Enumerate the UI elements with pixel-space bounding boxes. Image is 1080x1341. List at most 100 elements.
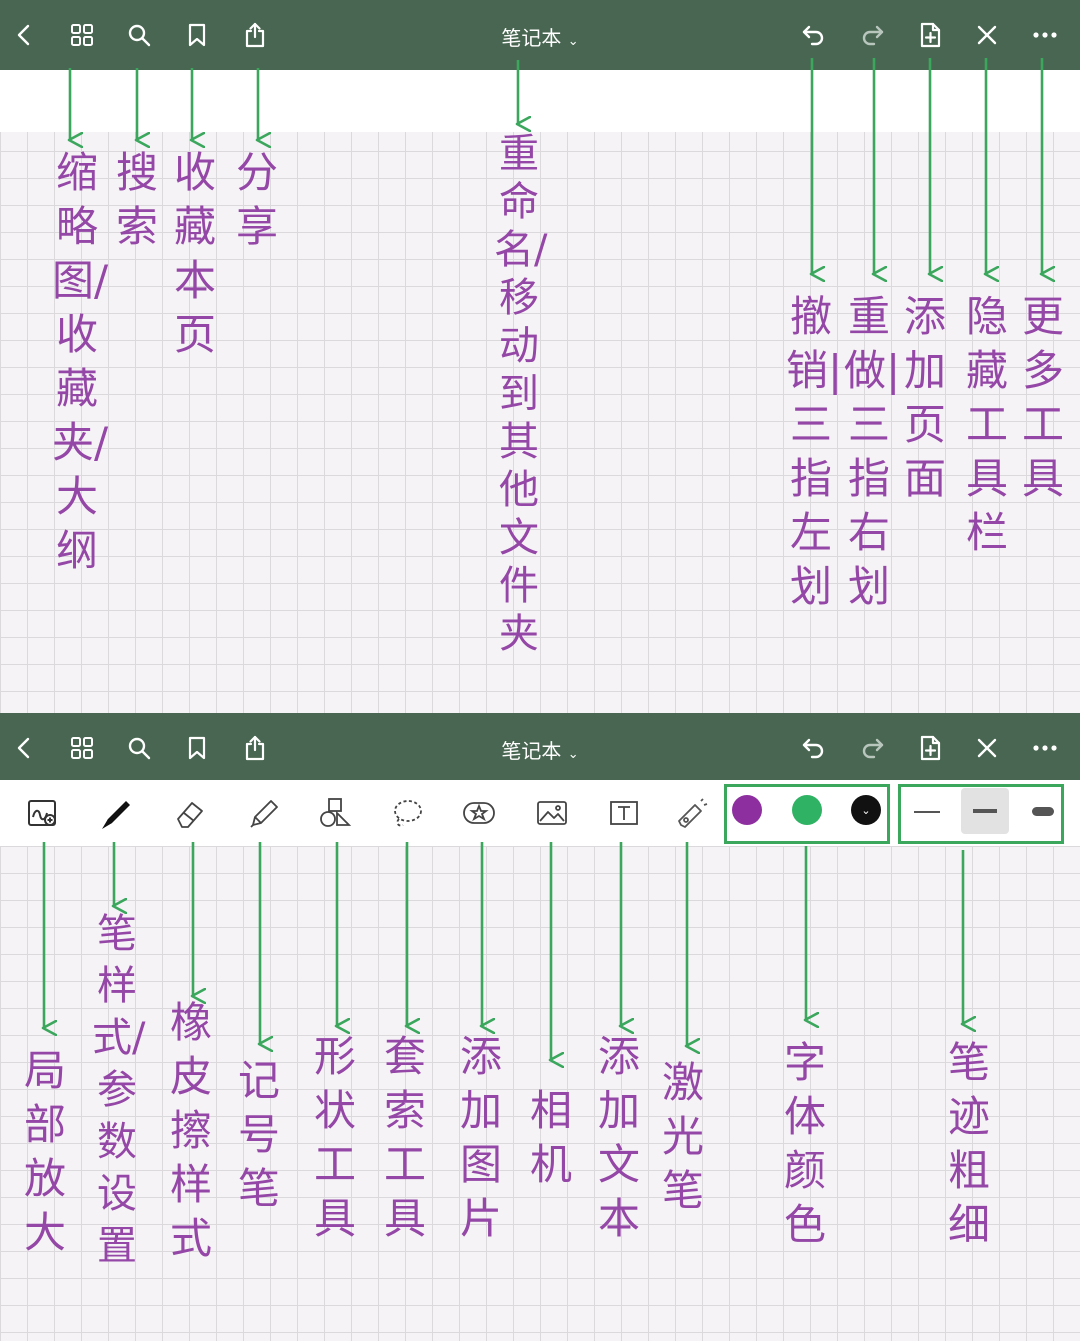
text-tool-button[interactable] [601,790,647,836]
laser-pointer-icon [678,798,708,828]
add-page-button[interactable] [912,730,948,766]
color-swatch-black-selected[interactable]: ⌄ [851,795,881,825]
back-button[interactable] [6,17,42,53]
notebook-title-button[interactable]: 笔记本 ⌄ [480,22,600,51]
sticker-icon [463,802,495,824]
sticker-tool-button[interactable] [456,790,502,836]
annotation-search: 搜索 [115,148,158,251]
annotation-more: 更多工具 [1021,292,1064,503]
thumbnails-icon [71,24,93,46]
more-button[interactable] [1027,17,1063,53]
medium-line-icon [973,809,997,813]
annotation-laser: 激光笔 [661,1058,704,1215]
back-icon [17,24,30,46]
annotation-camera: 相机 [529,1086,572,1189]
shapes-icon [320,798,352,827]
more-button[interactable] [1027,730,1063,766]
page-top-margin [0,70,1080,132]
top-toolbar: 笔记本 ⌄ [0,0,1080,70]
thumbnails-button[interactable] [64,730,100,766]
notebook-title-button[interactable]: 笔记本 ⌄ [480,735,600,764]
share-button[interactable] [237,730,273,766]
eraser-tool-button[interactable] [167,790,213,836]
text-box-icon [610,801,638,825]
redo-button[interactable] [854,730,890,766]
annotation-image: 添加图片 [459,1032,502,1243]
undo-icon [802,25,824,46]
back-icon [17,737,30,759]
share-icon [245,22,265,48]
bookmark-button[interactable] [179,17,215,53]
laser-pointer-tool-button[interactable] [668,790,714,836]
undo-icon [802,738,824,759]
redo-button[interactable] [854,17,890,53]
notebook-title: 笔记本 [501,26,562,50]
pen-tool-button[interactable] [93,790,139,836]
annotation-lasso: 套索工具 [383,1032,426,1243]
more-icon [1033,32,1057,38]
zoom-tool-button[interactable] [20,790,66,836]
color-swatch-purple[interactable] [732,795,762,825]
annotation-zoom: 局部放大 [23,1046,66,1257]
search-button[interactable] [121,17,157,53]
shapes-tool-button[interactable] [312,790,358,836]
hide-toolbar-button[interactable] [969,17,1005,53]
chevron-down-icon: ⌄ [861,803,871,817]
highlighter-icon [250,800,278,828]
thin-line-icon [914,811,940,813]
image-tool-button[interactable] [529,790,575,836]
zoom-icon [28,800,56,826]
redo-icon [862,738,884,759]
add-page-button[interactable] [912,17,948,53]
annotation-thumbnails: 缩略图/收藏夹/大纲 [52,148,109,575]
annotation-hide-toolbar: 隐藏工具栏 [965,292,1008,557]
pen-icon [102,801,130,829]
hide-toolbar-button[interactable] [969,730,1005,766]
bookmark-icon [188,23,206,47]
annotation-marker: 记号笔 [237,1056,280,1213]
lasso-tool-button[interactable] [384,790,430,836]
undo-button[interactable] [796,17,832,53]
close-icon [977,738,997,758]
top-toolbar-second: 笔记本 ⌄ [0,713,1080,783]
notebook-title: 笔记本 [501,739,562,763]
back-button[interactable] [6,730,42,766]
eraser-icon [177,802,203,828]
more-icon [1033,745,1057,751]
share-button[interactable] [237,17,273,53]
annotation-color: 字体颜色 [783,1038,826,1249]
add-page-icon [920,735,941,761]
bookmark-icon [188,736,206,760]
share-icon [245,735,265,761]
close-icon [977,25,997,45]
annotation-add-page: 添加页面 [903,292,946,503]
search-icon [128,737,151,760]
thumbnails-icon [71,737,93,759]
undo-button[interactable] [796,730,832,766]
annotation-bookmark: 收藏本页 [173,148,216,359]
annotation-redo: 重做|三指右划 [844,292,901,611]
highlighter-tool-button[interactable] [240,790,286,836]
annotation-pen: 笔样式/参数设置 [92,911,146,1269]
search-icon [128,24,151,47]
annotation-title: 重命名/移动到其他文件夹 [494,131,548,657]
color-swatch-green[interactable] [792,795,822,825]
annotation-text: 添加文本 [597,1032,640,1243]
chevron-down-icon: ⌄ [567,747,579,762]
redo-icon [862,25,884,46]
chevron-down-icon: ⌄ [567,34,579,49]
annotation-share: 分享 [235,148,278,251]
annotation-shape: 形状工具 [313,1032,356,1243]
annotation-eraser: 橡皮擦样式 [169,998,212,1263]
bookmark-button[interactable] [179,730,215,766]
add-page-icon [920,22,941,48]
thumbnails-button[interactable] [64,17,100,53]
thick-line-icon [1032,807,1054,816]
lasso-icon [394,800,422,827]
image-icon [537,801,567,825]
annotation-undo: 撤销|三指左划 [786,292,843,611]
stroke-width-thin[interactable] [908,790,946,834]
stroke-width-thick[interactable] [1024,790,1062,834]
search-button[interactable] [121,730,157,766]
stroke-width-medium-selected[interactable] [961,788,1009,834]
